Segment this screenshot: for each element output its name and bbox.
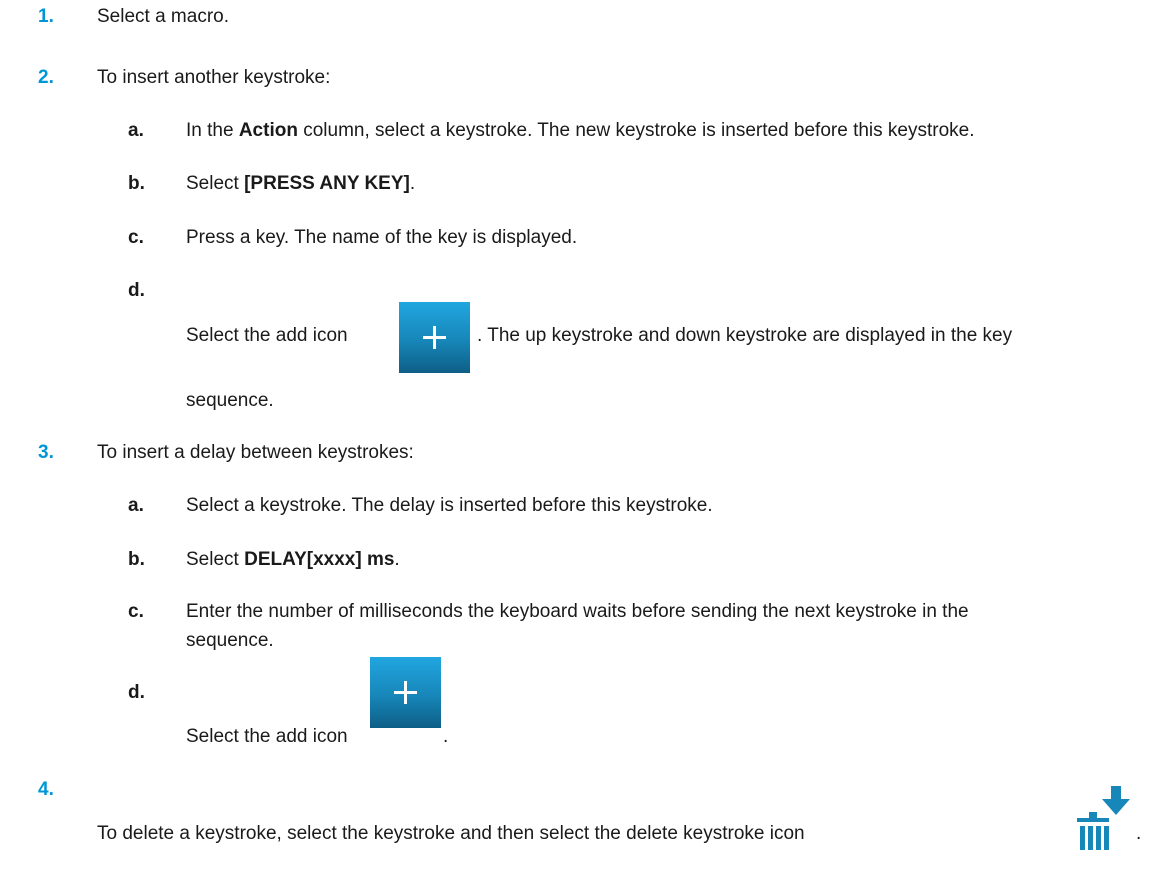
- substep-label: b.: [128, 549, 145, 570]
- ui-term: [PRESS ANY KEY]: [244, 173, 410, 194]
- substep-text: . The up keystroke and down keystroke ar…: [477, 325, 1013, 346]
- substep-text: Select [PRESS ANY KEY].: [186, 173, 416, 194]
- step-text: To insert a delay between keystrokes:: [97, 442, 414, 463]
- step-number: 3.: [38, 442, 54, 463]
- substep-text: Select the add icon: [186, 726, 348, 747]
- substep-label: c.: [128, 601, 144, 622]
- step-number: 2.: [38, 67, 54, 88]
- substep-text: In the Action column, select a keystroke…: [186, 120, 975, 141]
- substep-label: d.: [128, 682, 145, 703]
- step-text: .: [1136, 823, 1142, 844]
- substep-label: a.: [128, 120, 144, 141]
- substep-text: .: [443, 726, 449, 747]
- substep-label: c.: [128, 227, 144, 248]
- delete-keystroke-icon: [1077, 786, 1130, 850]
- step-text: Select a macro.: [97, 6, 229, 27]
- substep-text: Press a key. The name of the key is disp…: [186, 227, 578, 248]
- step-number: 4.: [38, 779, 54, 800]
- add-icon: [399, 302, 470, 373]
- add-icon: [370, 657, 441, 728]
- substep-text: Select the add icon: [186, 325, 348, 346]
- ui-term: Action: [238, 120, 298, 141]
- step-text: To delete a keystroke, select the keystr…: [97, 823, 805, 844]
- substep-text: Select DELAY[xxxx] ms.: [186, 549, 400, 570]
- ui-term: DELAY[xxxx] ms: [244, 549, 395, 570]
- step-number: 1.: [38, 6, 54, 27]
- step-text: To insert another keystroke:: [97, 67, 331, 88]
- substep-text-continued: sequence.: [186, 630, 274, 651]
- substep-text: Select a keystroke. The delay is inserte…: [186, 495, 713, 516]
- substep-text-continued: sequence.: [186, 390, 274, 411]
- substep-label: d.: [128, 280, 145, 301]
- substep-label: b.: [128, 173, 145, 194]
- page: { "steps": [ {"num": "1.", "text": "Sele…: [0, 0, 1159, 883]
- substep-label: a.: [128, 495, 144, 516]
- substep-text: Enter the number of milliseconds the key…: [186, 601, 969, 622]
